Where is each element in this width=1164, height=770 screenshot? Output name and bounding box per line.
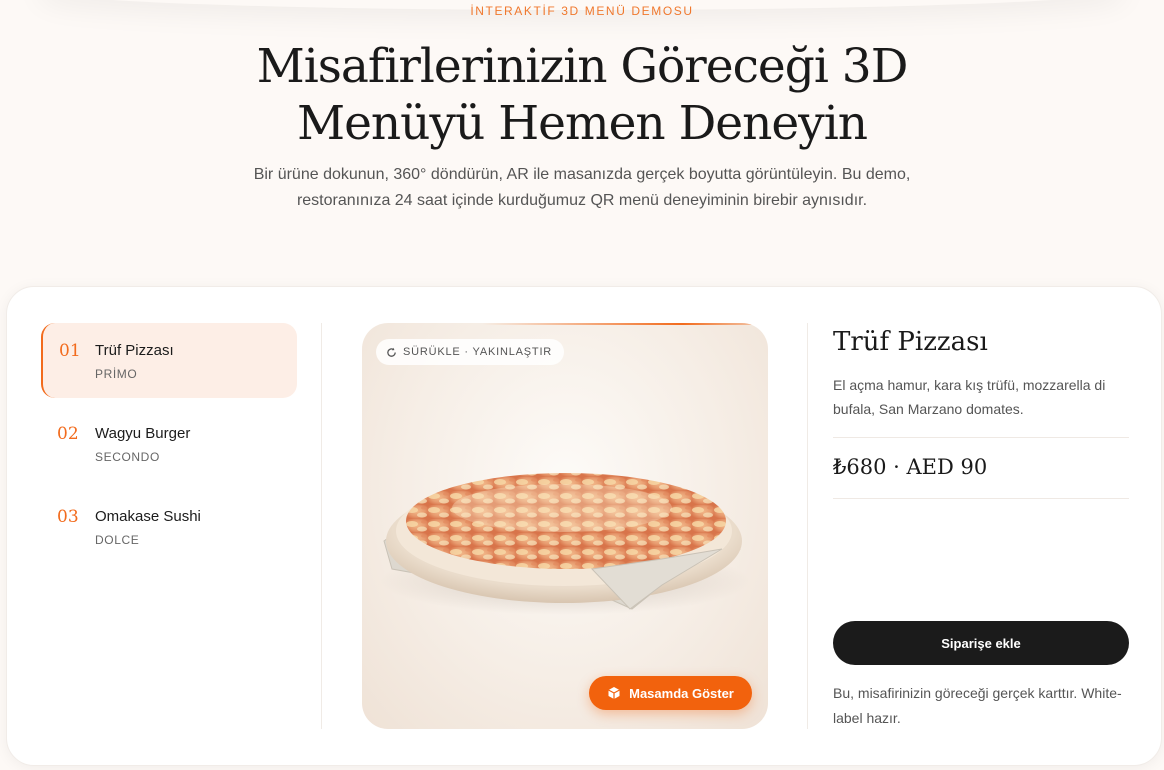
show-on-table-label: Masamda Göster	[629, 685, 734, 701]
product-description: El açma hamur, kara kış trüfü, mozzarell…	[833, 377, 1106, 417]
menu-item-category: PRİMO	[95, 367, 138, 381]
product-detail: Trüf Pizzası El açma hamur, kara kış trü…	[833, 323, 1129, 729]
pizza-3d-model[interactable]	[362, 323, 768, 729]
demo-card: 01 Trüf Pizzası PRİMO 02 Wagyu Burger SE…	[6, 286, 1162, 766]
divider	[321, 323, 322, 729]
menu-item-number: 01	[59, 341, 81, 361]
drag-zoom-hint: SÜRÜKLE · YAKINLAŞTIR	[376, 339, 565, 365]
menu-item-wagyu-burger[interactable]: 02 Wagyu Burger SECONDO	[41, 406, 297, 481]
menu-item-category: DOLCE	[95, 533, 140, 547]
product-title: Trüf Pizzası	[833, 327, 988, 357]
add-to-order-button[interactable]: Siparişe ekle	[833, 621, 1129, 665]
menu-item-name: Wagyu Burger	[95, 425, 191, 442]
pizza-highlight	[452, 484, 672, 532]
menu-item-truffle-pizza[interactable]: 01 Trüf Pizzası PRİMO	[41, 323, 297, 398]
eyebrow-label: İNTERAKTİF 3D MENÜ DEMOSU	[470, 4, 694, 18]
page-subtitle-line-1: Bir ürüne dokunun, 360° döndürün, AR ile…	[253, 166, 911, 183]
3d-viewer[interactable]: SÜRÜKLE · YAKINLAŞTIR Masamda Göster	[362, 323, 768, 729]
cube-icon	[608, 687, 620, 699]
page-subtitle: Bir ürüne dokunun, 360° döndürün, AR ile…	[232, 162, 932, 214]
show-on-table-button[interactable]: Masamda Göster	[589, 676, 752, 710]
page-title-line-2: Menüyü Hemen Deneyin	[296, 96, 868, 151]
divider	[807, 323, 808, 729]
page-title: Misafirlerinizin Göreceği 3D Menüyü Heme…	[0, 38, 1164, 152]
menu-item-number: 03	[57, 507, 79, 527]
menu-item-name: Omakase Sushi	[95, 508, 201, 525]
white-label-note: Bu, misafirinizin göreceği gerçek karttı…	[833, 685, 1122, 726]
product-price: ₺680 · AED 90	[833, 455, 988, 479]
divider	[833, 437, 1129, 438]
drag-zoom-hint-label: SÜRÜKLE · YAKINLAŞTIR	[403, 346, 553, 358]
menu-list: 01 Trüf Pizzası PRİMO 02 Wagyu Burger SE…	[41, 323, 297, 572]
menu-item-number: 02	[57, 424, 79, 444]
divider	[833, 498, 1129, 499]
menu-item-omakase-sushi[interactable]: 03 Omakase Sushi DOLCE	[41, 489, 297, 564]
page-title-line-1: Misafirlerinizin Göreceği 3D	[256, 39, 909, 94]
page-subtitle-line-2: restoranınıza 24 saat içinde kurduğumuz …	[296, 192, 868, 209]
rotate-icon	[387, 347, 396, 357]
menu-item-name: Trüf Pizzası	[95, 342, 174, 359]
menu-item-category: SECONDO	[95, 450, 160, 464]
